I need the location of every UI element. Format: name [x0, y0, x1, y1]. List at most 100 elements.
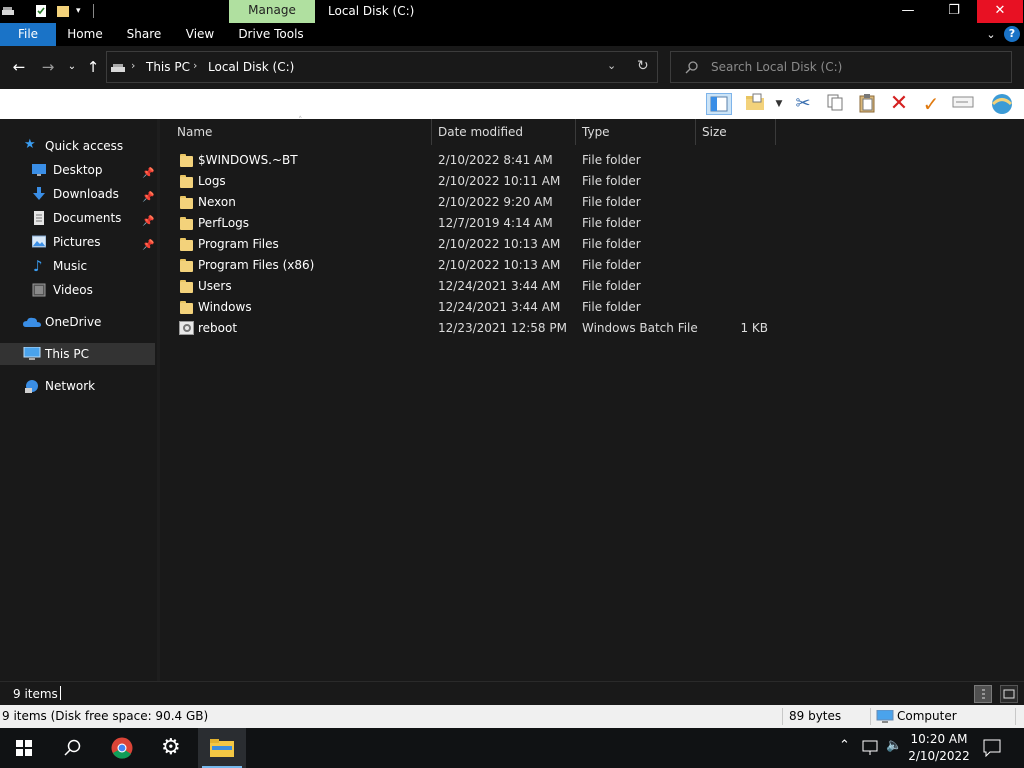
- table-row[interactable]: Program Files (x86) 2/10/2022 10:13 AM F…: [170, 255, 778, 276]
- refresh-icon[interactable]: ↻: [637, 58, 649, 74]
- tab-share[interactable]: Share: [122, 23, 166, 46]
- rename-icon[interactable]: [952, 93, 974, 115]
- nav-desktop[interactable]: Desktop 📌: [0, 159, 155, 181]
- up-arrow-icon[interactable]: ↑: [84, 58, 102, 76]
- help-icon[interactable]: ?: [1004, 26, 1020, 42]
- tab-drive-tools[interactable]: Drive Tools: [237, 23, 305, 46]
- breadcrumb-this-pc[interactable]: This PC: [146, 60, 190, 74]
- nav-label: Videos: [53, 283, 93, 297]
- breadcrumb-local-disk[interactable]: Local Disk (C:): [208, 60, 294, 74]
- column-divider[interactable]: [695, 119, 696, 145]
- table-row[interactable]: Program Files 2/10/2022 10:13 AM File fo…: [170, 234, 778, 255]
- nav-label: Quick access: [45, 139, 124, 153]
- maximize-button[interactable]: ❐: [931, 0, 977, 23]
- clock-time: 10:20 AM: [910, 732, 968, 746]
- column-type[interactable]: Type: [582, 119, 610, 145]
- table-row[interactable]: Windows 12/24/2021 3:44 AM File folder: [170, 297, 778, 318]
- paste-icon[interactable]: [856, 93, 878, 115]
- column-divider[interactable]: [431, 119, 432, 145]
- column-divider[interactable]: [575, 119, 576, 145]
- nav-network[interactable]: Network: [0, 375, 155, 397]
- shell-globe-icon[interactable]: [990, 93, 1013, 115]
- close-button[interactable]: ✕: [977, 0, 1023, 23]
- file-list: ˄ Name Date modified Type Size $WINDOWS.…: [160, 116, 1024, 681]
- nav-label: Network: [45, 379, 96, 393]
- search-input[interactable]: Search Local Disk (C:): [711, 60, 842, 74]
- table-row[interactable]: $WINDOWS.~BT 2/10/2022 8:41 AM File fold…: [170, 150, 778, 171]
- file-name: PerfLogs: [198, 216, 250, 230]
- nav-pictures[interactable]: Pictures 📌: [0, 231, 155, 253]
- nav-documents[interactable]: Documents 📌: [0, 207, 155, 229]
- details-view-icon[interactable]: [974, 685, 992, 703]
- start-button[interactable]: [0, 728, 48, 768]
- forward-arrow-icon[interactable]: →: [39, 58, 57, 76]
- file-date: 12/23/2021 12:58 PM: [438, 321, 567, 335]
- new-folder-icon[interactable]: [56, 4, 70, 18]
- expand-ribbon-icon[interactable]: ⌄: [982, 23, 1000, 46]
- table-row[interactable]: Nexon 2/10/2022 9:20 AM File folder: [170, 192, 778, 213]
- system-clock[interactable]: 10:20 AM 2/10/2022: [906, 731, 972, 765]
- table-row[interactable]: Users 12/24/2021 3:44 AM File folder: [170, 276, 778, 297]
- download-arrow-icon: [33, 187, 45, 200]
- nav-onedrive[interactable]: OneDrive: [0, 311, 155, 333]
- show-hidden-icons-icon[interactable]: ⌃: [839, 738, 850, 753]
- breadcrumb-separator-icon: ›: [131, 59, 136, 72]
- chrome-taskbar-button[interactable]: [98, 728, 146, 768]
- volume-muted-icon[interactable]: 🔈: [886, 738, 902, 753]
- resize-grip-icon[interactable]: [1015, 708, 1016, 725]
- minimize-button[interactable]: —: [885, 0, 931, 23]
- customize-quick-access-icon[interactable]: ▾: [76, 4, 90, 18]
- navigation-bar: ← → ⌄ ↑ › This PC › Local Disk (C:) ⌄ ↻ …: [0, 46, 1024, 89]
- tab-home[interactable]: Home: [64, 23, 106, 46]
- tab-view[interactable]: View: [182, 23, 218, 46]
- ribbon-tabs: File Home Share View Drive Tools ⌄ ?: [0, 23, 1024, 46]
- preview-pane-icon[interactable]: [706, 93, 732, 115]
- music-note-icon: ♪: [33, 257, 43, 275]
- network-status-icon[interactable]: [862, 740, 880, 756]
- action-center-icon[interactable]: [983, 739, 1001, 757]
- address-bar[interactable]: › This PC › Local Disk (C:) ⌄ ↻: [106, 51, 658, 83]
- navigation-pane: ★ Quick access Desktop 📌 Downloads 📌 Doc…: [0, 119, 157, 681]
- search-button[interactable]: [48, 728, 96, 768]
- file-name: Logs: [198, 174, 226, 188]
- column-name[interactable]: Name: [177, 119, 212, 145]
- new-item-dropdown-icon[interactable]: ▼: [772, 93, 786, 115]
- file-explorer-taskbar-button[interactable]: [198, 728, 246, 768]
- properties-check-icon[interactable]: ✓: [920, 93, 942, 115]
- pin-icon[interactable]: 📌: [142, 163, 154, 185]
- nav-quick-access[interactable]: ★ Quick access: [0, 135, 155, 157]
- column-size[interactable]: Size: [702, 119, 727, 145]
- tab-file[interactable]: File: [0, 23, 56, 46]
- back-arrow-icon[interactable]: ←: [10, 58, 28, 76]
- drive-icon[interactable]: [1, 4, 15, 18]
- nav-this-pc[interactable]: This PC: [0, 343, 155, 365]
- large-icons-view-icon[interactable]: [1000, 685, 1018, 703]
- properties-icon[interactable]: [34, 4, 48, 18]
- table-row[interactable]: reboot 12/23/2021 12:58 PM Windows Batch…: [170, 318, 778, 339]
- table-row[interactable]: PerfLogs 12/7/2019 4:14 AM File folder: [170, 213, 778, 234]
- drive-icon: [111, 64, 125, 72]
- file-explorer-icon: [210, 739, 234, 757]
- cut-icon[interactable]: ✂: [792, 93, 814, 115]
- pin-icon[interactable]: 📌: [142, 187, 154, 209]
- column-date-modified[interactable]: Date modified: [438, 119, 523, 145]
- pin-icon[interactable]: 📌: [142, 211, 154, 233]
- nav-label: Desktop: [53, 163, 103, 177]
- table-row[interactable]: Logs 2/10/2022 10:11 AM File folder: [170, 171, 778, 192]
- manage-tab[interactable]: Manage: [229, 0, 315, 23]
- search-box[interactable]: Search Local Disk (C:): [670, 51, 1012, 83]
- recent-locations-chevron-icon[interactable]: ⌄: [63, 58, 81, 76]
- details-divider: [782, 708, 783, 725]
- address-history-chevron-icon[interactable]: ⌄: [607, 59, 616, 72]
- column-divider[interactable]: [775, 119, 776, 145]
- copy-icon[interactable]: [824, 93, 846, 115]
- star-icon: ★: [24, 137, 36, 152]
- settings-taskbar-button[interactable]: ⚙: [148, 728, 196, 768]
- nav-videos[interactable]: Videos: [0, 279, 155, 301]
- nav-downloads[interactable]: Downloads 📌: [0, 183, 155, 205]
- delete-icon[interactable]: ✕: [888, 93, 910, 115]
- new-folder-icon[interactable]: [744, 93, 766, 115]
- breadcrumb-separator-icon: ›: [193, 59, 198, 72]
- pin-icon[interactable]: 📌: [142, 235, 154, 257]
- nav-music[interactable]: ♪ Music: [0, 255, 155, 277]
